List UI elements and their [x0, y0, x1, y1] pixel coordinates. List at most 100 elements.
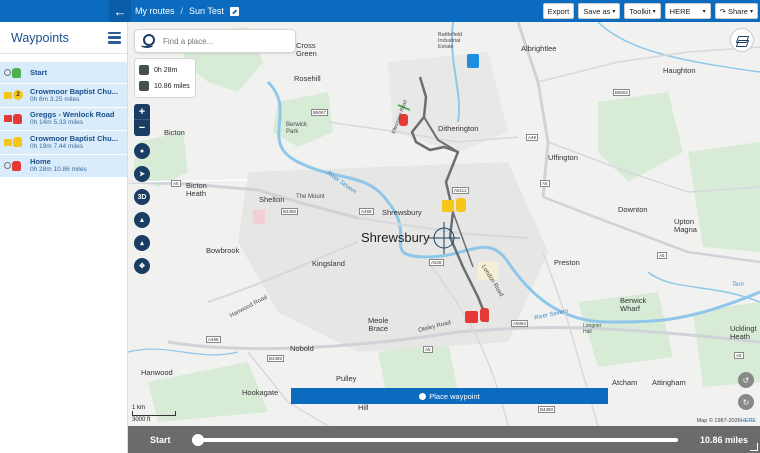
- place-waypoint-button[interactable]: Place waypoint: [291, 388, 608, 404]
- top-bar: ← My routes / Sun Test Export Save as ▾ T…: [0, 0, 760, 22]
- toolkit-button[interactable]: Toolkit ▾: [624, 3, 661, 19]
- arrow-left-icon: ←: [113, 3, 127, 19]
- place-waypoint-label: Place waypoint: [429, 391, 480, 401]
- map-label: Haughton: [663, 66, 696, 75]
- back-button[interactable]: ←: [109, 0, 131, 22]
- green-hand-icon: [12, 67, 21, 78]
- reset-button[interactable]: ↻: [738, 394, 754, 410]
- waypoint-item-crowmoor-1[interactable]: 2 Crowmoor Baptist Chu... 0h 8m 3.25 mile…: [0, 84, 127, 108]
- road-label: A5: [657, 252, 667, 259]
- map-label: Bowbrook: [206, 246, 240, 255]
- progress-slider[interactable]: [192, 433, 678, 446]
- waypoint-meta: 0h 8m 3.25 miles: [30, 95, 80, 103]
- check-circle-icon: [419, 392, 427, 400]
- layers-icon: [736, 36, 748, 45]
- map-label: Longner Hall: [583, 323, 602, 335]
- road-label: B4386: [267, 355, 285, 362]
- share-button[interactable]: ↷ Share ▾: [714, 3, 758, 19]
- map-label: Tern: [732, 282, 744, 288]
- waypoint-name: Greggs - Wenlock Road: [30, 110, 115, 120]
- map-label: Nobold: [290, 344, 314, 353]
- church-icon: [4, 138, 12, 146]
- map-label: Atcham: [612, 378, 638, 387]
- waypoint-item-home[interactable]: Home 0h 28m 10.86 miles: [0, 154, 127, 178]
- location-pin-icon: [141, 34, 155, 48]
- waypoint-item-greggs[interactable]: Greggs - Wenlock Road 0h 14m 5.33 miles: [0, 107, 127, 131]
- summary-distance: 10.86 miles: [154, 82, 190, 90]
- map-label: Albrightlee: [521, 44, 557, 53]
- person-button[interactable]: ▲: [134, 212, 150, 228]
- clock-icon: [4, 69, 11, 76]
- resize-corner-icon[interactable]: [750, 443, 758, 451]
- person-icon: ▲: [138, 216, 146, 224]
- save-as-label: Save as: [583, 6, 611, 16]
- zoom-control: + −: [134, 104, 150, 136]
- elevation-button[interactable]: ▴: [134, 235, 150, 251]
- waypoint-item-crowmoor-2[interactable]: Crowmoor Baptist Chu... 0h 19m 7.44 miles: [0, 131, 127, 155]
- map-label: Berwick Wharf: [620, 296, 647, 314]
- map-label: Downton: [618, 205, 648, 214]
- map-label: Shrewsbury: [382, 208, 422, 217]
- zoom-in-button[interactable]: +: [134, 104, 150, 120]
- waypoint-meta: 0h 28m 10.86 miles: [30, 166, 87, 174]
- export-button[interactable]: Export: [542, 3, 575, 19]
- map-pin-button[interactable]: ●: [134, 143, 150, 159]
- map-label: Battlefield Industrial Estate: [438, 32, 463, 51]
- zoom-out-button[interactable]: −: [134, 120, 150, 136]
- map-label: Berwick Park: [286, 122, 308, 135]
- breadcrumb: My routes / Sun Test: [135, 6, 239, 16]
- map-label: Kingsland: [312, 259, 345, 268]
- 3d-button[interactable]: 3D: [134, 189, 150, 205]
- map-label: Hookagate: [242, 388, 279, 397]
- road-label: B4380: [281, 208, 299, 215]
- road-label: B5067: [311, 109, 329, 116]
- waypoint-name: Crowmoor Baptist Chu...: [30, 133, 118, 143]
- caret-down-icon: ▾: [702, 8, 706, 15]
- map-canvas[interactable]: Cross Green Battlefield Industrial Estat…: [128, 22, 760, 426]
- elevation-icon: ▴: [140, 240, 144, 247]
- sidebar-title: Waypoints: [11, 30, 69, 45]
- fullscreen-icon: ✥: [139, 263, 145, 270]
- hamburger-menu-icon[interactable]: [108, 31, 121, 44]
- map-label: Rosehill: [294, 74, 321, 83]
- yellow-hand-icon: [13, 137, 22, 148]
- map-provider-select[interactable]: HERE ▾: [664, 3, 711, 19]
- map-label: Bicton: [164, 128, 185, 137]
- shop-icon: [4, 115, 12, 123]
- route-name: Sun Test: [189, 6, 224, 16]
- map-label: Shelton: [259, 195, 285, 204]
- export-label: Export: [547, 6, 570, 16]
- breadcrumb-separator: /: [180, 6, 184, 16]
- progress-slider-handle[interactable]: [192, 433, 204, 446]
- road-label: A458: [359, 208, 374, 215]
- caret-down-icon: ▾: [652, 8, 656, 15]
- navigation-button[interactable]: ➤: [134, 166, 150, 182]
- waypoint-name: Crowmoor Baptist Chu...: [30, 86, 118, 96]
- save-as-button[interactable]: Save as ▾: [578, 3, 621, 19]
- road-label: A5: [540, 180, 550, 187]
- waypoint-name: Start: [30, 68, 48, 77]
- road-label: A5: [734, 352, 744, 359]
- compass-icon: ➤: [139, 171, 145, 178]
- waypoint-item-start[interactable]: Start: [0, 62, 127, 84]
- map-label-shrewsbury: Shrewsbury: [361, 230, 430, 245]
- map-copyright: Map © 1987-2026HERE: [697, 418, 756, 424]
- road-label: B4380: [538, 406, 556, 413]
- map-label: Attingham: [652, 378, 686, 387]
- edit-icon[interactable]: [229, 6, 239, 16]
- search-input[interactable]: [163, 36, 283, 46]
- red-hand-icon: [13, 113, 22, 124]
- share-label: Share: [727, 6, 748, 16]
- layers-button[interactable]: [730, 28, 754, 52]
- map-label: Ditherington: [438, 124, 479, 133]
- progress-start-label: Start: [150, 434, 171, 445]
- fullscreen-button[interactable]: ✥: [134, 258, 150, 274]
- map-label: Cross Green: [296, 41, 317, 59]
- road-label: A5112: [452, 187, 469, 194]
- copyright-link[interactable]: HERE: [741, 418, 756, 424]
- undo-button[interactable]: ↺: [738, 372, 754, 388]
- breadcrumb-my-routes[interactable]: My routes: [135, 6, 175, 16]
- distance-icon: [139, 81, 149, 91]
- place-search: [134, 29, 296, 53]
- sidebar-header: Waypoints: [0, 22, 127, 54]
